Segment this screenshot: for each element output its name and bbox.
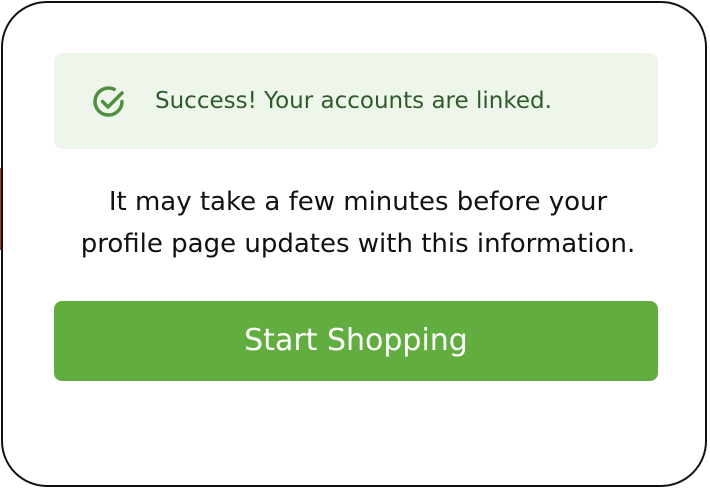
success-modal: Success! Your accounts are linked. It ma… <box>1 1 707 487</box>
success-message: Success! Your accounts are linked. <box>155 88 552 114</box>
info-message-line-2: profile page updates with this informati… <box>80 229 636 259</box>
start-shopping-button[interactable]: Start Shopping <box>54 301 658 381</box>
dialog-screen: Success! Your accounts are linked. It ma… <box>0 0 710 490</box>
info-message: It may take a few minutes before your pr… <box>43 181 673 265</box>
check-circle-icon <box>90 83 128 121</box>
info-message-line-1: It may take a few minutes before your <box>108 187 608 217</box>
success-banner: Success! Your accounts are linked. <box>54 53 658 149</box>
